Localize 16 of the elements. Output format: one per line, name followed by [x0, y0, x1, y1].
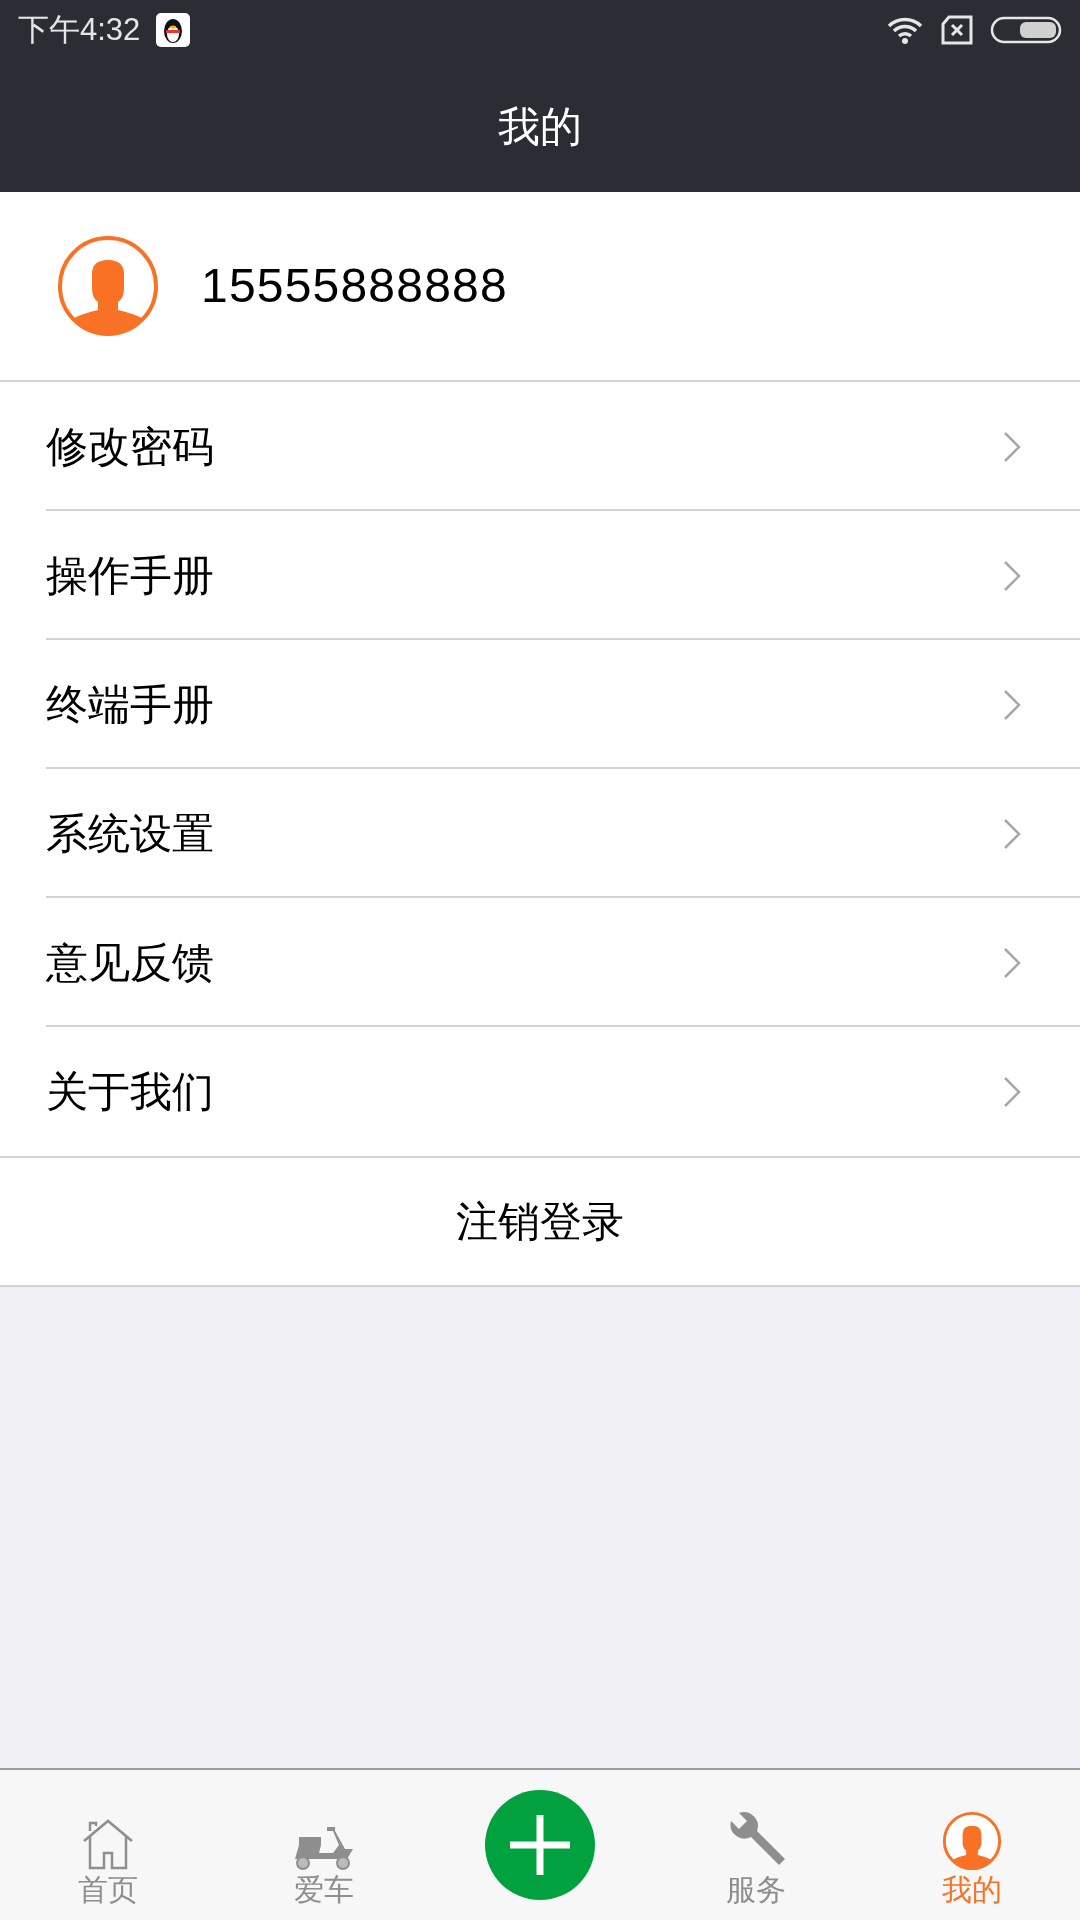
chevron-icon [1002, 816, 1022, 851]
chevron-icon [1002, 945, 1022, 980]
wifi-icon [886, 15, 924, 45]
avatar-icon [57, 235, 159, 337]
chevron-icon [1002, 558, 1022, 593]
plus-icon [508, 1813, 572, 1877]
chevron-icon [1002, 1074, 1022, 1109]
person-icon [942, 1811, 1002, 1871]
no-sim-icon [940, 15, 974, 45]
battery-icon [990, 15, 1062, 45]
penguin-icon [156, 13, 191, 47]
page-title: 我的 [498, 101, 582, 152]
phone-number: 15555888888 [201, 258, 508, 314]
status-time: 下午4:32 [18, 10, 141, 49]
chevron-icon [1002, 687, 1022, 722]
chevron-icon [1002, 429, 1022, 464]
